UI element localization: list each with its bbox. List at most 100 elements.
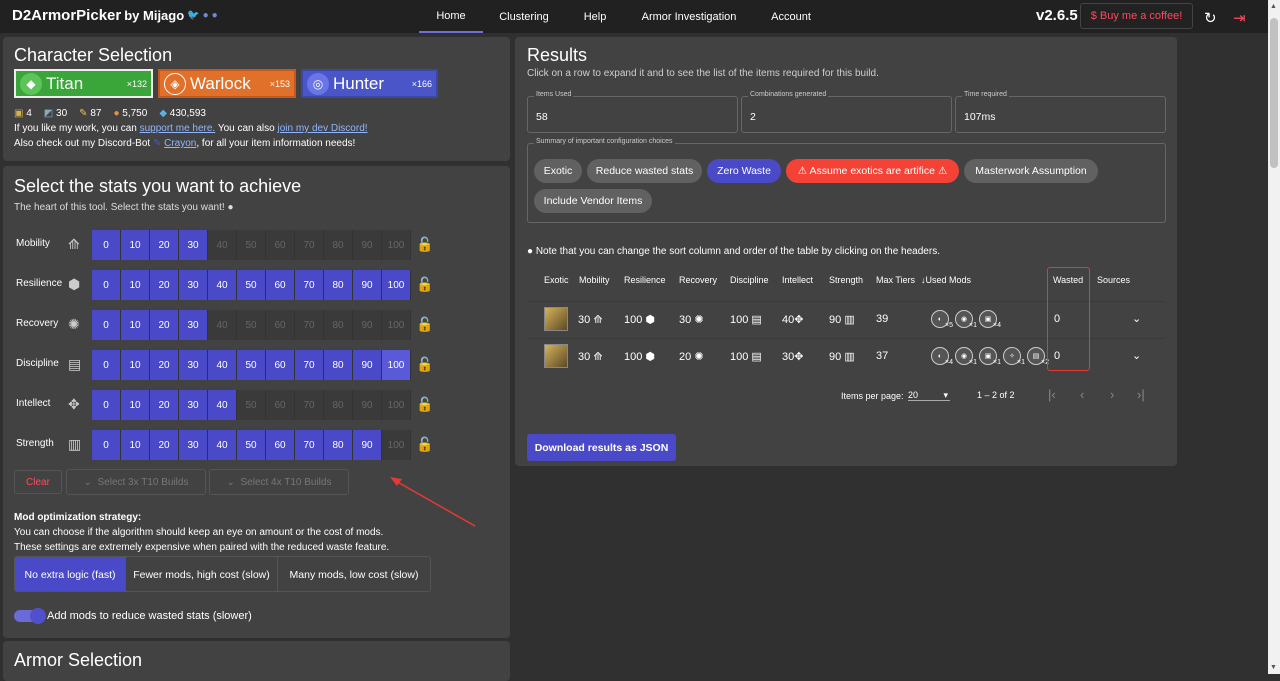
col-recovery[interactable]: Recovery: [679, 275, 717, 285]
tab-account[interactable]: Account: [760, 0, 822, 33]
stat-value-cell[interactable]: 70: [295, 270, 324, 300]
stat-value-cell[interactable]: 60: [266, 390, 295, 420]
stat-value-cell[interactable]: 70: [295, 310, 324, 340]
stat-value-cell[interactable]: 10: [121, 350, 150, 380]
stat-value-cell[interactable]: 30: [179, 230, 208, 260]
first-page-icon[interactable]: |‹: [1048, 387, 1056, 402]
stat-value-cell[interactable]: 50: [237, 430, 266, 460]
download-json-button[interactable]: Download results as JSON: [527, 434, 676, 461]
stat-value-cell[interactable]: 40: [208, 270, 237, 300]
logout-icon[interactable]: ⇥: [1233, 9, 1246, 27]
scroll-up-icon[interactable]: ▲: [1270, 3, 1277, 10]
stat-value-cell[interactable]: 90: [353, 270, 382, 300]
lock-icon[interactable]: 🔓: [416, 396, 433, 413]
stat-value-cell[interactable]: 50: [237, 350, 266, 380]
stat-value-cell[interactable]: 70: [295, 230, 324, 260]
lock-icon[interactable]: 🔓: [416, 316, 433, 333]
scroll-down-icon[interactable]: ▼: [1270, 664, 1277, 671]
stat-value-cell[interactable]: 10: [121, 430, 150, 460]
stat-value-cell[interactable]: 60: [266, 350, 295, 380]
stat-value-cell[interactable]: 100: [382, 390, 411, 420]
lock-icon[interactable]: 🔓: [416, 236, 433, 253]
stat-value-cell[interactable]: 70: [295, 350, 324, 380]
stat-value-cell[interactable]: 0: [92, 310, 121, 340]
stat-value-cell[interactable]: 70: [295, 430, 324, 460]
stat-value-cell[interactable]: 0: [92, 270, 121, 300]
stat-value-cell[interactable]: 60: [266, 310, 295, 340]
stat-value-cell[interactable]: 100: [382, 430, 411, 460]
stat-value-cell[interactable]: 0: [92, 230, 121, 260]
stat-value-cell[interactable]: 60: [266, 270, 295, 300]
tab-clustering[interactable]: Clustering: [490, 0, 558, 33]
option-fewer-mods[interactable]: Fewer mods, high cost (slow): [126, 557, 278, 591]
col-discipline[interactable]: Discipline: [730, 275, 769, 285]
stat-value-cell[interactable]: 90: [353, 230, 382, 260]
option-no-extra-logic[interactable]: No extra logic (fast): [15, 557, 126, 591]
stat-value-cell[interactable]: 100: [382, 350, 411, 380]
stat-value-cell[interactable]: 100: [382, 270, 411, 300]
option-many-mods[interactable]: Many mods, low cost (slow): [278, 557, 430, 591]
stat-value-cell[interactable]: 60: [266, 430, 295, 460]
col-sources[interactable]: Sources: [1097, 275, 1130, 285]
stat-value-cell[interactable]: 90: [353, 310, 382, 340]
stat-value-cell[interactable]: 60: [266, 230, 295, 260]
stat-value-cell[interactable]: 70: [295, 390, 324, 420]
stat-value-cell[interactable]: 20: [150, 430, 179, 460]
buy-coffee-button[interactable]: $ Buy me a coffee!: [1080, 3, 1193, 29]
stat-value-cell[interactable]: 40: [208, 310, 237, 340]
col-intellect[interactable]: Intellect: [782, 275, 813, 285]
last-page-icon[interactable]: ›|: [1137, 387, 1145, 402]
lock-icon[interactable]: 🔓: [416, 436, 433, 453]
col-max-tiers[interactable]: Max Tiers: [876, 275, 915, 285]
lock-icon[interactable]: 🔓: [416, 276, 433, 293]
stat-value-cell[interactable]: 90: [353, 350, 382, 380]
col-used-mods[interactable]: ↓Used Mods: [921, 275, 971, 285]
scrollbar-thumb[interactable]: [1270, 18, 1278, 168]
select-3x-t10-button[interactable]: ⌄ Select 3x T10 Builds: [66, 469, 206, 495]
stat-value-cell[interactable]: 40: [208, 230, 237, 260]
support-link[interactable]: support me here.: [140, 123, 216, 134]
next-page-icon[interactable]: ›: [1110, 387, 1114, 402]
stat-value-cell[interactable]: 20: [150, 230, 179, 260]
col-resilience[interactable]: Resilience: [624, 275, 666, 285]
stat-value-cell[interactable]: 100: [382, 230, 411, 260]
select-4x-t10-button[interactable]: ⌄ Select 4x T10 Builds: [209, 469, 349, 495]
stat-value-cell[interactable]: 40: [208, 350, 237, 380]
stat-value-cell[interactable]: 20: [150, 350, 179, 380]
class-warlock-button[interactable]: ◈ Warlock ×153: [158, 69, 296, 98]
stat-value-cell[interactable]: 0: [92, 430, 121, 460]
stat-value-cell[interactable]: 80: [324, 390, 353, 420]
stat-value-cell[interactable]: 30: [179, 430, 208, 460]
stat-value-cell[interactable]: 30: [179, 310, 208, 340]
col-exotic[interactable]: Exotic: [544, 275, 569, 285]
stat-value-cell[interactable]: 50: [237, 270, 266, 300]
stat-value-cell[interactable]: 80: [324, 230, 353, 260]
info-icon[interactable]: ●: [227, 202, 233, 213]
crayon-link[interactable]: Crayon: [164, 138, 196, 149]
stat-value-cell[interactable]: 30: [179, 390, 208, 420]
stat-value-cell[interactable]: 50: [237, 310, 266, 340]
stat-value-cell[interactable]: 100: [382, 310, 411, 340]
clear-button[interactable]: Clear: [14, 470, 62, 494]
stat-value-cell[interactable]: 10: [121, 270, 150, 300]
stat-value-cell[interactable]: 20: [150, 390, 179, 420]
stat-value-cell[interactable]: 90: [353, 390, 382, 420]
stat-value-cell[interactable]: 50: [237, 230, 266, 260]
expand-chevron-icon[interactable]: ⌄: [1132, 312, 1141, 325]
stat-value-cell[interactable]: 80: [324, 430, 353, 460]
tab-home[interactable]: Home: [419, 0, 483, 33]
stat-value-cell[interactable]: 10: [121, 390, 150, 420]
discord-icon[interactable]: ●: [203, 10, 209, 21]
stat-value-cell[interactable]: 90: [353, 430, 382, 460]
refresh-icon[interactable]: ↻: [1204, 9, 1217, 27]
stat-value-cell[interactable]: 80: [324, 350, 353, 380]
twitter-icon[interactable]: 🐦: [187, 10, 199, 21]
stat-value-cell[interactable]: 30: [179, 350, 208, 380]
prev-page-icon[interactable]: ‹: [1080, 387, 1084, 402]
reduce-waste-switch[interactable]: [14, 608, 46, 624]
stat-value-cell[interactable]: 50: [237, 390, 266, 420]
stat-value-cell[interactable]: 10: [121, 310, 150, 340]
discord-link[interactable]: join my dev Discord!: [278, 123, 368, 134]
col-strength[interactable]: Strength: [829, 275, 863, 285]
stat-value-cell[interactable]: 20: [150, 270, 179, 300]
